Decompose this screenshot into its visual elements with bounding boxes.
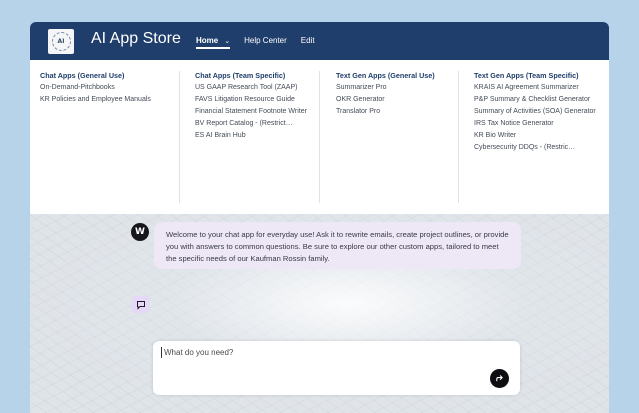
menu-item-on-demand-pitchbooks[interactable]: On-Demand-Pitchbooks (40, 84, 180, 93)
menu-item-cybersecurity-ddqs[interactable]: Cybersecurity DDQs - (Restric… (474, 144, 609, 153)
home-dropdown-menu: Chat Apps (General Use) On-Demand-Pitchb… (30, 60, 609, 214)
nav-edit[interactable]: Edit (301, 36, 315, 45)
menu-item-summarizer-pro[interactable]: Summarizer Pro (336, 84, 457, 93)
menu-item-kr-policies[interactable]: KR Policies and Employee Manuals (40, 96, 180, 105)
menu-item-soa-generator[interactable]: Summary of Activities (SOA) Generator (474, 108, 609, 117)
nav-home-label: Home (196, 36, 219, 45)
send-icon (496, 375, 503, 382)
send-button[interactable] (490, 369, 509, 388)
menu-column-textgen-general: Text Gen Apps (General Use) Summarizer P… (319, 71, 457, 203)
menu-item-kr-bio-writer[interactable]: KR Bio Writer (474, 132, 609, 141)
menu-column-title: Text Gen Apps (Team Specific) (474, 71, 579, 80)
nav-help-center[interactable]: Help Center (244, 36, 287, 45)
app-window: AI AI App Store Home ⌄ Help Center Edit … (30, 22, 609, 413)
menu-column-title: Chat Apps (General Use) (40, 71, 125, 80)
logo-icon: AI (51, 32, 71, 51)
chat-icon[interactable] (132, 296, 149, 313)
menu-item-krais-agreement[interactable]: KRAIS AI Agreement Summarizer (474, 84, 609, 93)
chevron-down-icon: ⌄ (224, 37, 231, 45)
main-nav: Home ⌄ Help Center Edit (196, 36, 329, 49)
nav-home[interactable]: Home ⌄ (196, 36, 231, 49)
menu-item-pp-summary[interactable]: P&P Summary & Checklist Generator (474, 96, 609, 105)
menu-item-irs-tax-notice[interactable]: IRS Tax Notice Generator (474, 120, 609, 129)
menu-column-chat-team: Chat Apps (Team Specific) US GAAP Resear… (179, 71, 319, 203)
message-composer (153, 341, 520, 395)
menu-item-us-gaap[interactable]: US GAAP Research Tool (ZAAP) (195, 84, 319, 93)
message-input[interactable] (161, 347, 481, 358)
menu-item-favs-litigation[interactable]: FAVS Litigation Resource Guide (195, 96, 319, 105)
menu-column-chat-general: Chat Apps (General Use) On-Demand-Pitchb… (40, 71, 180, 203)
app-logo[interactable]: AI (48, 29, 74, 54)
top-navigation-bar: AI AI App Store Home ⌄ Help Center Edit (30, 22, 609, 60)
chat-icon-glyph (136, 300, 145, 310)
menu-column-title: Chat Apps (Team Specific) (195, 71, 286, 80)
menu-item-translator-pro[interactable]: Translator Pro (336, 108, 457, 117)
assistant-avatar: W (131, 223, 149, 241)
menu-item-es-ai-brain[interactable]: ES AI Brain Hub (195, 132, 319, 141)
menu-column-title: Text Gen Apps (General Use) (336, 71, 435, 80)
menu-item-bv-report[interactable]: BV Report Catalog - (Restrict… (195, 120, 319, 129)
menu-column-textgen-team: Text Gen Apps (Team Specific) KRAIS AI A… (458, 71, 609, 203)
welcome-message: Welcome to your chat app for everyday us… (154, 222, 521, 269)
menu-item-financial-footnote[interactable]: Financial Statement Footnote Writer (195, 108, 319, 117)
menu-item-okr-generator[interactable]: OKR Generator (336, 96, 457, 105)
app-title: AI App Store (91, 30, 181, 47)
